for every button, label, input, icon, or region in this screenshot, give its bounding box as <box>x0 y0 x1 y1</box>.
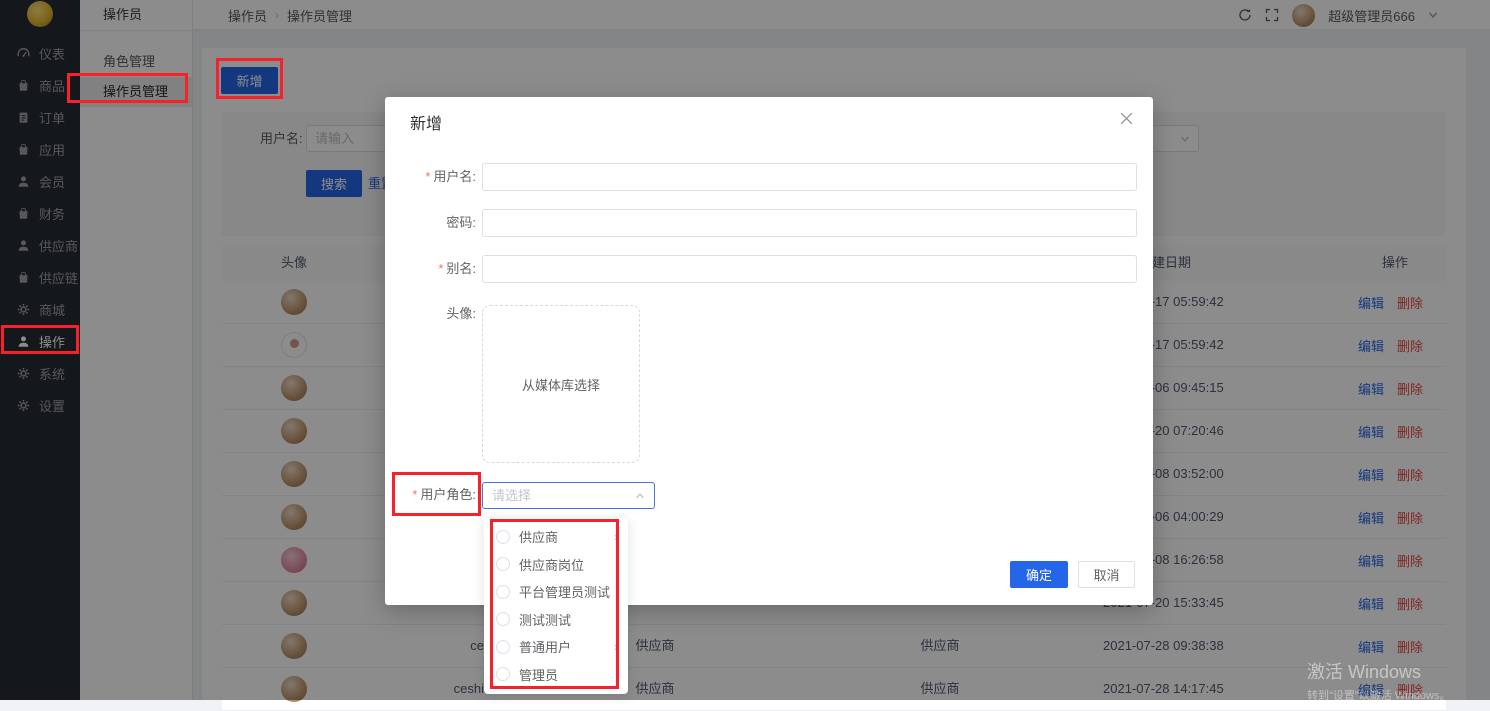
radio-icon[interactable] <box>496 640 510 654</box>
alias-field[interactable] <box>482 255 1137 283</box>
modal-title: 新增 <box>410 110 442 134</box>
chevron-right-icon: › <box>614 530 618 543</box>
radio-icon[interactable] <box>496 557 510 571</box>
required-mark: * <box>425 169 430 184</box>
dropdown-option-label: 管理员 <box>519 665 618 684</box>
cancel-button[interactable]: 取消 <box>1078 561 1135 588</box>
media-library-picker[interactable]: 从媒体库选择 <box>482 305 640 463</box>
radio-icon[interactable] <box>496 667 510 681</box>
radio-icon[interactable] <box>496 530 510 544</box>
role-dropdown: 供应商 › 供应商岗位 › 平台管理员测试 › 测试测试 › 普通用户 › 管理 <box>484 518 628 694</box>
role-select-placeholder: 请选择 <box>492 483 531 508</box>
dropdown-option[interactable]: 测试测试 › <box>484 606 628 634</box>
username-field-label: *用户名: <box>390 163 476 191</box>
dropdown-option[interactable]: 平台管理员测试 › <box>484 578 628 606</box>
password-field[interactable] <box>482 209 1137 237</box>
username-field[interactable] <box>482 163 1137 191</box>
password-field-label: 密码: <box>390 209 476 237</box>
role-select[interactable]: 请选择 <box>482 482 655 509</box>
radio-icon[interactable] <box>496 612 510 626</box>
required-mark: * <box>412 487 417 502</box>
media-picker-label: 从媒体库选择 <box>522 375 600 394</box>
dropdown-option-label: 平台管理员测试 <box>519 582 618 601</box>
chevron-up-icon <box>635 491 645 501</box>
dropdown-option[interactable]: 管理员 › <box>484 661 628 689</box>
dropdown-option-label: 供应商岗位 <box>519 555 618 574</box>
role-field-label: *用户角色: <box>390 481 476 509</box>
dropdown-option-label: 普通用户 <box>519 637 605 656</box>
dropdown-option-label: 测试测试 <box>519 610 618 629</box>
dropdown-option[interactable]: 供应商岗位 › <box>484 551 628 579</box>
avatar-field-label: 头像: <box>390 300 476 328</box>
dropdown-option-label: 供应商 <box>519 527 605 546</box>
dropdown-option[interactable]: 供应商 › <box>484 523 628 551</box>
chevron-right-icon: › <box>614 640 618 653</box>
close-icon[interactable] <box>1119 111 1135 127</box>
required-mark: * <box>438 261 443 276</box>
alias-field-label: *别名: <box>390 255 476 283</box>
radio-icon[interactable] <box>496 585 510 599</box>
confirm-button[interactable]: 确定 <box>1010 561 1068 588</box>
dropdown-option[interactable]: 普通用户 › <box>484 633 628 661</box>
